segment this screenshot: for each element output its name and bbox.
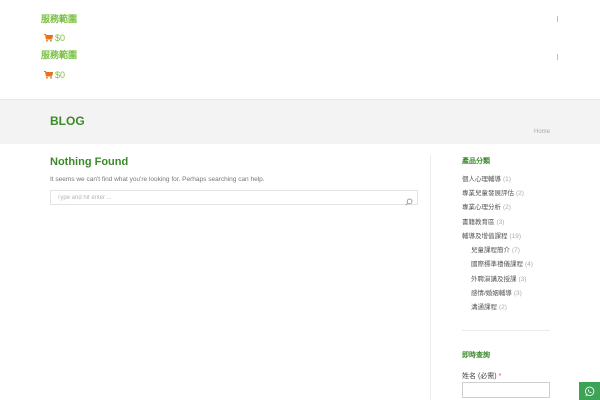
- top-header: [0, 0, 600, 46]
- whatsapp-button[interactable]: [579, 382, 600, 400]
- sticky-menu-link-services[interactable]: 服務範圍: [41, 48, 77, 61]
- category-count: (3): [496, 219, 505, 226]
- category-item[interactable]: 個人心理輔導 (1): [462, 173, 511, 183]
- sticky-cart-amount: $0: [55, 70, 66, 80]
- category-count: (7): [512, 247, 520, 254]
- sticky-menu-toggle-icon[interactable]: [557, 54, 558, 60]
- category-count: (1): [503, 176, 511, 183]
- category-item[interactable]: 輔導及增值課程 (19): [462, 230, 521, 240]
- whatsapp-icon: [585, 386, 595, 397]
- category-item[interactable]: 書籍教育區 (3): [462, 216, 504, 226]
- name-field-label: 姓名 (必需) *: [462, 371, 501, 381]
- breadcrumb-home[interactable]: Home: [534, 129, 550, 135]
- shopping-cart-icon: [44, 71, 53, 79]
- search-input[interactable]: [50, 190, 418, 205]
- shopping-cart-icon: [44, 34, 53, 42]
- category-label: 兒童課程簡介: [471, 247, 510, 254]
- category-item[interactable]: 專業兒童發展評估 (2): [462, 187, 524, 197]
- required-mark: *: [498, 373, 502, 380]
- page-title-bar: [0, 100, 600, 144]
- category-item[interactable]: 專業心理分析 (2): [462, 201, 511, 211]
- menu-link-services[interactable]: 服務範圍: [41, 12, 77, 25]
- category-count: (3): [518, 276, 527, 283]
- category-count: (2): [516, 190, 524, 197]
- search-icon[interactable]: [405, 193, 413, 211]
- name-label-text: 姓名 (必需): [462, 373, 497, 380]
- category-label: 專業心理分析: [462, 204, 501, 211]
- subcategory-item[interactable]: 兒童課程簡介 (7): [471, 244, 520, 254]
- category-label: 輔導及增值課程: [462, 233, 508, 240]
- cart-link[interactable]: $0: [44, 33, 65, 43]
- category-label: 書籍教育區: [462, 219, 495, 226]
- categories-widget-title: 產品分類: [462, 158, 490, 165]
- category-count: (4): [525, 261, 533, 268]
- category-label: 專業兒童發展評估: [462, 190, 514, 197]
- enquiry-widget-title: 即時查詢: [462, 352, 490, 359]
- category-count: (2): [499, 304, 507, 311]
- menu-toggle-icon[interactable]: [557, 16, 558, 22]
- subcategory-item[interactable]: 外聘演講及授課 (3): [471, 273, 526, 283]
- sidebar-divider: [430, 155, 431, 400]
- sticky-header: [0, 46, 600, 100]
- subcategory-item[interactable]: 溝通課程 (2): [471, 301, 507, 311]
- category-label: 溝通課程: [471, 304, 497, 311]
- category-label: 個人心理輔導: [462, 176, 501, 183]
- page-title: BLOG: [50, 114, 85, 128]
- name-field[interactable]: [462, 382, 550, 398]
- widget-divider: [462, 330, 550, 331]
- nothing-found-heading: Nothing Found: [50, 156, 129, 168]
- category-count: (19): [509, 233, 522, 240]
- category-label: 國際標準禮儀課程: [471, 261, 523, 268]
- category-count: (2): [503, 204, 511, 211]
- category-label: 感情/婚姻輔導: [471, 290, 512, 297]
- nothing-found-message: It seems we can't find what you're looki…: [50, 176, 265, 183]
- cart-amount: $0: [55, 33, 66, 43]
- subcategory-item[interactable]: 感情/婚姻輔導 (3): [471, 287, 522, 297]
- sticky-cart-link[interactable]: $0: [44, 70, 65, 80]
- category-count: (3): [513, 290, 522, 297]
- subcategory-item[interactable]: 國際標準禮儀課程 (4): [471, 258, 533, 268]
- category-label: 外聘演講及授課: [471, 276, 517, 283]
